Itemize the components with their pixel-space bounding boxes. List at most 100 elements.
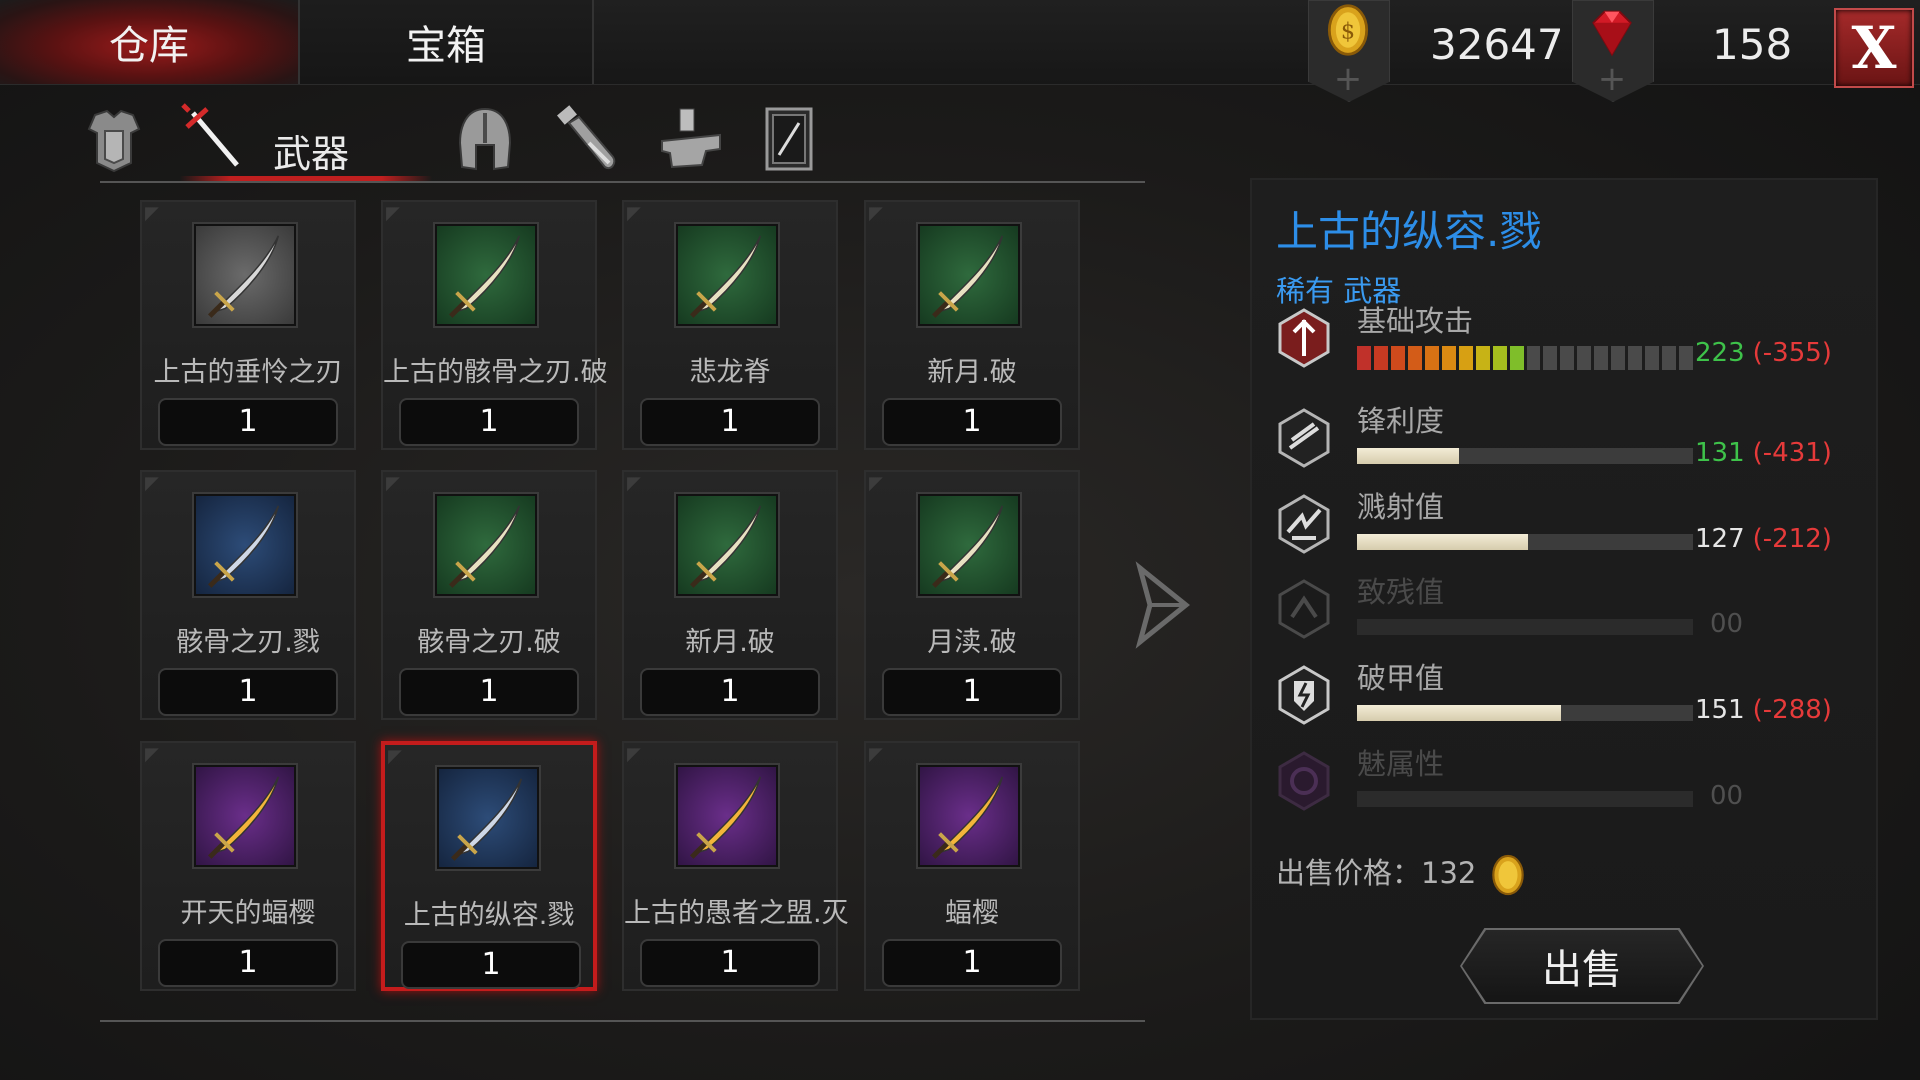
stat-bar-segment <box>1492 346 1507 370</box>
close-button[interactable]: X <box>1834 8 1914 88</box>
stat-value: 00 <box>1710 609 1743 639</box>
item-quantity: 1 <box>399 398 579 446</box>
category-potion[interactable] <box>548 100 624 180</box>
stat-label: 魅属性 <box>1357 747 1445 781</box>
weapon-thumbnail <box>437 767 539 869</box>
item-slot-selected[interactable]: ◤ 上古的纵容.戮 1 <box>381 741 597 991</box>
material-anvil-icon <box>661 108 721 169</box>
weapon-sword-icon <box>181 103 239 167</box>
sword-icon <box>931 776 1004 859</box>
sword-icon <box>450 778 523 861</box>
tab-warehouse[interactable]: 仓库 <box>0 0 300 84</box>
weapon-thumbnail <box>918 494 1020 596</box>
arrow-right-icon <box>1135 561 1190 649</box>
item-quantity: 1 <box>640 939 820 987</box>
category-weapon-label: 武器 <box>273 132 350 176</box>
base-attack-icon <box>1274 306 1334 370</box>
slot-corner-decoration: ◤ <box>386 473 400 494</box>
item-name: 上古的纵容.戮 <box>403 900 575 931</box>
stat-bar-segment <box>1526 346 1541 370</box>
stat-bar-segment <box>1679 346 1694 370</box>
close-icon: X <box>1851 14 1897 82</box>
grid-bottom-divider <box>100 1020 1145 1022</box>
item-slot[interactable]: ◤ 上古的愚者之盟.灭 1 <box>622 741 849 991</box>
stat-bar-segment <box>1594 346 1609 370</box>
sword-icon <box>207 776 280 859</box>
sword-icon <box>931 235 1004 318</box>
weapon-thumbnail <box>435 494 537 596</box>
slot-corner-decoration: ◤ <box>145 744 159 765</box>
sell-button[interactable]: 出售 <box>1462 930 1702 1002</box>
sword-icon <box>931 505 1004 588</box>
stat-bar-fill <box>1357 705 1561 721</box>
stat-bar-segment <box>1611 346 1626 370</box>
item-slot[interactable]: ◤ 开天的蝠樱 1 <box>140 741 356 991</box>
plus-icon: + <box>1333 59 1363 99</box>
splash-icon <box>1274 492 1334 556</box>
category-material[interactable] <box>648 100 734 180</box>
stat-bar-segmented <box>1357 346 1694 370</box>
weapon-thumbnail <box>676 765 778 867</box>
tab-warehouse-label: 仓库 <box>109 23 189 69</box>
stat-bar-segment <box>1407 346 1422 370</box>
stat-bar-segment <box>1543 346 1558 370</box>
weapon-thumbnail <box>918 224 1020 326</box>
item-slot[interactable]: ◤ 蝠樱 1 <box>864 741 1080 991</box>
item-slot[interactable]: ◤ 悲龙脊 1 <box>622 200 838 450</box>
stat-current-value: 00 <box>1710 609 1744 639</box>
stat-value: 151 (-288) <box>1695 695 1832 725</box>
svg-text:$: $ <box>1341 18 1355 44</box>
sell-price-text: 出售价格：132 <box>1276 856 1477 890</box>
slot-corner-decoration: ◤ <box>388 746 402 767</box>
stat-value: 223 (-355) <box>1695 338 1832 368</box>
item-slot[interactable]: ◤ 月渎.破 1 <box>864 470 1080 720</box>
stat-max-value: (-355) <box>1752 338 1832 368</box>
stat-label: 溅射值 <box>1357 490 1445 524</box>
tab-chest[interactable]: 宝箱 <box>300 0 594 84</box>
slot-corner-decoration: ◤ <box>145 203 159 224</box>
category-helmet[interactable] <box>447 100 523 180</box>
slot-corner-decoration: ◤ <box>627 203 641 224</box>
item-slot[interactable]: ◤ 骸骨之刃.戮 1 <box>140 470 356 720</box>
stat-current-value: 127 <box>1695 524 1745 554</box>
stat-max-value: (-431) <box>1752 438 1832 468</box>
gold-amount: 32647 <box>1430 20 1564 69</box>
weapon-thumbnail <box>194 494 296 596</box>
weapon-thumbnail <box>435 224 537 326</box>
item-quantity: 1 <box>158 668 338 716</box>
sword-icon <box>448 505 521 588</box>
item-slot[interactable]: ◤ 新月.破 1 <box>622 470 838 720</box>
item-name: 新月.破 <box>685 627 775 658</box>
stat-bar <box>1357 705 1693 721</box>
item-slot[interactable]: ◤ 上古的垂怜之刃 1 <box>140 200 356 450</box>
sword-icon <box>689 235 762 318</box>
gem-add-button[interactable]: + <box>1572 0 1654 102</box>
sell-price: 出售价格：132 <box>1276 850 1530 897</box>
sword-icon <box>207 505 280 588</box>
sword-icon <box>448 235 521 318</box>
item-slot[interactable]: ◤ 骸骨之刃.破 1 <box>381 470 597 720</box>
slot-corner-decoration: ◤ <box>869 744 883 765</box>
plus-icon: + <box>1597 59 1627 99</box>
item-name: 月渎.破 <box>927 627 1017 658</box>
item-slot[interactable]: ◤ 上古的骸骨之刃.破 1 <box>381 200 608 450</box>
stat-current-value: 00 <box>1710 781 1744 811</box>
item-title: 上古的纵容.戮 <box>1276 207 1542 256</box>
gold-add-button[interactable]: + $ <box>1308 0 1390 102</box>
category-weapon[interactable] <box>178 100 254 180</box>
item-quantity: 1 <box>882 939 1062 987</box>
stat-max-value: (-212) <box>1752 524 1832 554</box>
item-name: 开天的蝠樱 <box>180 898 316 929</box>
category-card[interactable] <box>750 100 826 180</box>
stat-max-value: (-288) <box>1752 695 1832 725</box>
stat-bar <box>1357 619 1693 635</box>
stat-bar-segment <box>1357 346 1371 370</box>
category-armor[interactable] <box>76 100 152 180</box>
slot-corner-decoration: ◤ <box>386 203 400 224</box>
stat-bar-segment <box>1560 346 1575 370</box>
helmet-icon <box>458 107 512 171</box>
item-quantity: 1 <box>158 939 338 987</box>
stat-value: 127 (-212) <box>1695 524 1832 554</box>
item-name: 上古的骸骨之刃.破 <box>383 357 608 388</box>
item-slot[interactable]: ◤ 新月.破 1 <box>864 200 1080 450</box>
